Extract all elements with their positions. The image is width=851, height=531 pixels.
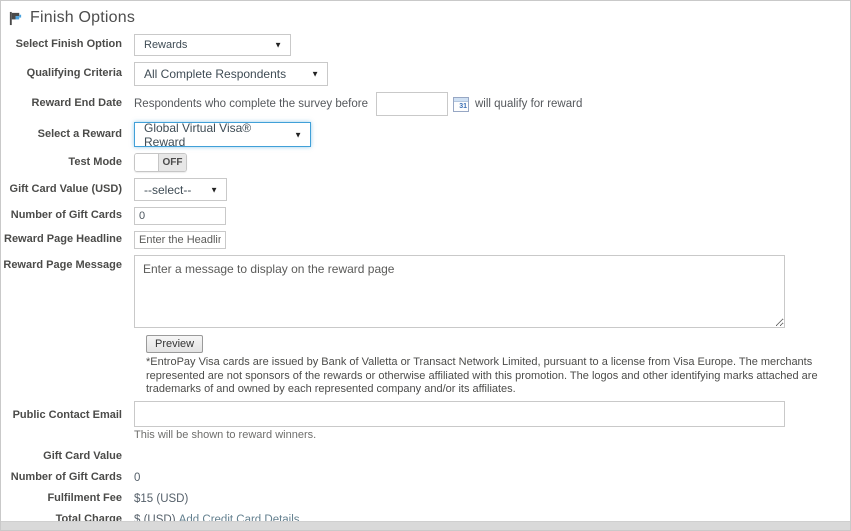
summary-row-number-of-gift-cards: Number of Gift Cards 0 [1,468,850,489]
test-mode-label: Test Mode [1,156,134,169]
toggle-knob [135,154,159,171]
public-contact-email-label: Public Contact Email [1,401,134,422]
select-a-reward-dropdown[interactable]: Global Virtual Visa® Reward ▼ [134,122,311,147]
reward-end-date-input[interactable] [376,92,448,116]
reward-page-headline-input[interactable] [134,231,226,249]
finish-flag-icon [8,11,23,26]
public-contact-email-group: This will be shown to reward winners. [134,401,785,441]
select-finish-option-value: Rewards [144,39,187,51]
reward-end-date-suffix: will qualify for reward [475,98,582,110]
select-finish-option-dropdown[interactable]: Rewards ▼ [134,34,291,56]
qualifying-criteria-value: All Complete Respondents [144,67,286,81]
page-header: Finish Options [1,1,850,27]
disclaimer-text: *EntroPay Visa cards are issued by Bank … [146,356,850,397]
reward-page-message-textarea[interactable] [134,255,785,328]
page-title: Finish Options [30,9,135,27]
finish-options-panel: Finish Options Select Finish Option Rewa… [0,0,851,531]
summary-fulfilment-fee-label: Fulfilment Fee [1,492,134,505]
qualifying-criteria-label: Qualifying Criteria [1,67,134,80]
reward-end-date-label: Reward End Date [1,97,134,110]
number-of-gift-cards-label: Number of Gift Cards [1,209,134,222]
reward-page-message-label: Reward Page Message [1,255,134,272]
panel-footer-bar [1,521,850,530]
row-qualifying-criteria: Qualifying Criteria All Complete Respond… [1,62,850,86]
chevron-down-icon: ▼ [311,70,319,79]
calendar-icon[interactable]: 31 [453,97,469,112]
summary-fulfilment-fee: $15 (USD) [134,493,188,505]
row-public-contact-email: Public Contact Email This will be shown … [1,401,850,441]
chevron-down-icon: ▼ [210,185,218,194]
summary-number-of-gift-cards-label: Number of Gift Cards [1,471,134,484]
summary-gift-card-value-label: Gift Card Value [1,450,134,463]
public-contact-email-helper: This will be shown to reward winners. [134,429,785,441]
reward-page-headline-label: Reward Page Headline [1,233,134,246]
gift-card-value-selected: --select-- [144,183,191,197]
row-reward-page-headline: Reward Page Headline [1,231,850,249]
gift-card-value-dropdown[interactable]: --select-- ▼ [134,178,227,201]
charge-summary: Gift Card Value Number of Gift Cards 0 F… [1,447,850,531]
public-contact-email-input[interactable] [134,401,785,427]
summary-row-gift-card-value: Gift Card Value [1,447,850,468]
select-finish-option-label: Select Finish Option [1,38,134,51]
chevron-down-icon: ▼ [274,41,282,50]
test-mode-toggle[interactable]: OFF [134,153,187,172]
select-a-reward-label: Select a Reward [1,128,134,141]
row-test-mode: Test Mode OFF [1,153,850,172]
row-reward-end-date: Reward End Date Respondents who complete… [1,92,850,116]
summary-number-of-gift-cards: 0 [134,472,140,484]
toggle-state-label: OFF [159,154,186,171]
number-of-gift-cards-input[interactable] [134,207,226,225]
chevron-down-icon: ▼ [294,130,302,139]
select-a-reward-value: Global Virtual Visa® Reward [144,121,290,149]
row-number-of-gift-cards: Number of Gift Cards [1,207,850,225]
row-select-a-reward: Select a Reward Global Virtual Visa® Rew… [1,122,850,147]
summary-row-fulfilment-fee: Fulfilment Fee $15 (USD) [1,489,850,510]
qualifying-criteria-dropdown[interactable]: All Complete Respondents ▼ [134,62,328,86]
finish-options-form: Select Finish Option Rewards ▼ Qualifyin… [1,27,850,531]
row-gift-card-value: Gift Card Value (USD) --select-- ▼ [1,178,850,201]
reward-end-date-prefix: Respondents who complete the survey befo… [134,98,368,110]
preview-button[interactable]: Preview [146,335,203,353]
gift-card-value-label: Gift Card Value (USD) [1,183,134,196]
row-select-finish-option: Select Finish Option Rewards ▼ [1,34,850,56]
row-reward-page-message: Reward Page Message [1,255,850,328]
